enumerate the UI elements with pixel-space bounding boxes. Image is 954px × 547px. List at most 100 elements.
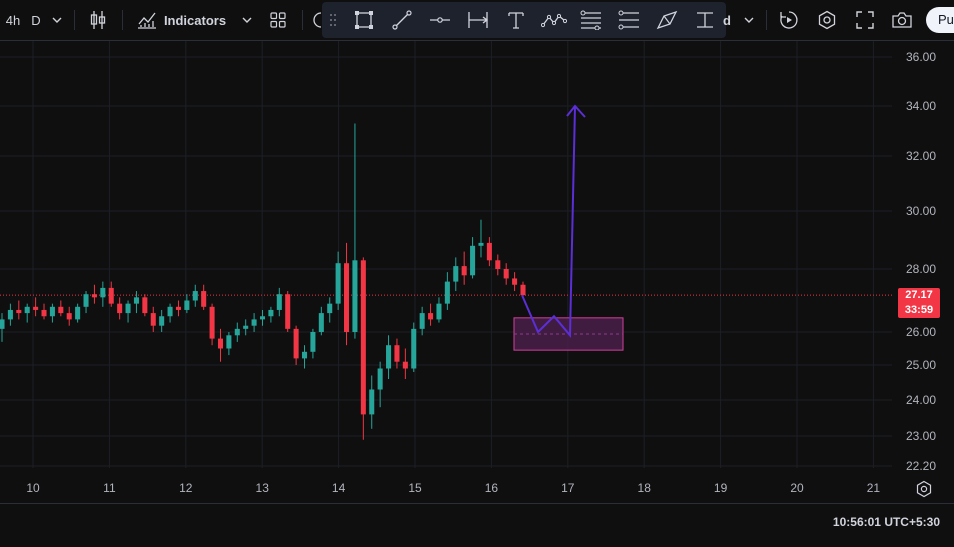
- partial-hidden-icon[interactable]: [312, 0, 322, 40]
- candle-body: [150, 313, 156, 326]
- time-tick-label: 19: [714, 481, 728, 495]
- projection-path: [521, 105, 576, 338]
- toolbar-divider: [74, 10, 75, 30]
- publish-button[interactable]: Pu: [926, 7, 954, 33]
- candle-body: [285, 294, 291, 329]
- candle-body: [201, 291, 207, 307]
- drawing-layer: [513, 104, 624, 351]
- interval-button[interactable]: 4h: [4, 0, 22, 40]
- price-tick-label: 32.00: [906, 149, 936, 163]
- indicators-button[interactable]: Indicators: [162, 0, 228, 40]
- fullscreen-icon[interactable]: [854, 0, 876, 40]
- current-price-label: 27.17: [905, 289, 933, 301]
- candle-body: [512, 278, 518, 285]
- candle-body: [301, 351, 308, 359]
- candle-body: [394, 345, 400, 362]
- top-toolbar: 4h D Indicators d Pu: [0, 0, 954, 41]
- candle-body: [495, 260, 501, 269]
- layout-grid-icon[interactable]: [268, 0, 288, 40]
- time-tick-label: 18: [638, 481, 652, 495]
- candle-body: [411, 328, 417, 369]
- time-tick-label: 15: [408, 481, 422, 495]
- indicators-icon[interactable]: [136, 0, 158, 40]
- time-tick-label: 17: [561, 481, 575, 495]
- price-tick-label: 30.00: [906, 204, 936, 218]
- drag-handle-icon[interactable]: [328, 0, 338, 40]
- price-axis: 36.00 34.00 32.00 30.00 28.00 26.00 25.00 24.00…: [892, 41, 954, 503]
- alert-dropdown-icon[interactable]: [742, 0, 756, 40]
- text-tool-icon[interactable]: [504, 0, 528, 40]
- candles-chart-type-icon[interactable]: [88, 0, 108, 40]
- candle-body: [243, 325, 249, 329]
- candle-body: [125, 303, 131, 314]
- trend-line-tool-icon[interactable]: [390, 0, 414, 40]
- candle-body: [419, 313, 425, 329]
- brush-tool-icon[interactable]: [654, 0, 680, 40]
- price-tick-label: 28.00: [906, 262, 936, 276]
- time-tick-label: 14: [332, 481, 346, 495]
- price-tick-label: 22.20: [906, 459, 936, 473]
- time-tick-label: 12: [179, 481, 193, 495]
- candle-body: [58, 306, 64, 314]
- candle-body: [470, 245, 476, 276]
- candle-body: [184, 300, 190, 310]
- current-price-tag: 27.17 33:59: [898, 288, 940, 318]
- candle-body: [360, 260, 366, 415]
- candle-body: [209, 306, 215, 339]
- settings-hex-icon[interactable]: [816, 0, 838, 40]
- indicators-dropdown-icon[interactable]: [240, 0, 254, 40]
- measure-tool-icon[interactable]: [466, 0, 490, 40]
- candle-body: [226, 335, 232, 349]
- candle-body: [310, 332, 316, 352]
- interval-dropdown-icon[interactable]: [50, 0, 64, 40]
- time-tick-label: 21: [867, 481, 881, 495]
- candle-body: [49, 306, 55, 317]
- interval-d-button[interactable]: D: [30, 0, 42, 40]
- clock-display[interactable]: 10:56:01 UTC+5:30: [833, 515, 940, 529]
- time-tick-label: 13: [256, 481, 270, 495]
- gann-fan-tool-icon[interactable]: [616, 0, 642, 40]
- camera-icon[interactable]: [890, 0, 914, 40]
- price-tick-label: 23.00: [906, 429, 936, 443]
- anchored-text-tool-icon[interactable]: [692, 0, 718, 40]
- candle-body: [192, 291, 198, 301]
- fib-retracement-tool-icon[interactable]: [578, 0, 604, 40]
- candle-body: [453, 266, 459, 282]
- rectangle-tool-icon[interactable]: [352, 0, 376, 40]
- candle-body: [428, 313, 434, 320]
- candle-body: [66, 313, 72, 320]
- candle-body: [486, 242, 492, 261]
- candles-layer: [0, 123, 526, 440]
- candle-body: [159, 316, 165, 326]
- candle-body: [0, 319, 5, 329]
- candle-body: [33, 306, 39, 310]
- drawing-toolbar: [322, 2, 726, 38]
- horizontal-line-tool-icon[interactable]: [428, 0, 452, 40]
- candle-body: [377, 368, 383, 390]
- candle-body: [402, 361, 408, 369]
- candle-body: [318, 313, 324, 332]
- projection-arrowhead: [566, 104, 586, 118]
- price-chart[interactable]: 36.00 34.00 32.00 30.00 28.00 26.00 25.00 24.00…: [0, 41, 954, 503]
- candle-body: [7, 309, 13, 320]
- candle-body: [117, 303, 123, 314]
- time-tick-label: 11: [103, 481, 116, 495]
- candle-body: [503, 269, 509, 279]
- candle-body: [234, 328, 240, 336]
- candle-body: [327, 303, 333, 314]
- clock-time: 10:56:01: [832, 515, 881, 529]
- toolbar-divider: [122, 10, 123, 30]
- replay-icon[interactable]: [778, 0, 800, 40]
- candle-body: [276, 294, 282, 310]
- candle-body: [133, 297, 139, 304]
- candle-body: [41, 309, 47, 317]
- candle-body: [520, 284, 526, 296]
- toolbar-divider: [302, 10, 303, 30]
- pattern-tool-icon[interactable]: [540, 0, 568, 40]
- countdown-label: 33:59: [904, 304, 934, 316]
- candle-body: [344, 263, 350, 332]
- candle-body: [386, 345, 392, 369]
- candle-body: [335, 263, 341, 304]
- axis-settings-icon[interactable]: [915, 480, 933, 503]
- candle-body: [436, 303, 442, 320]
